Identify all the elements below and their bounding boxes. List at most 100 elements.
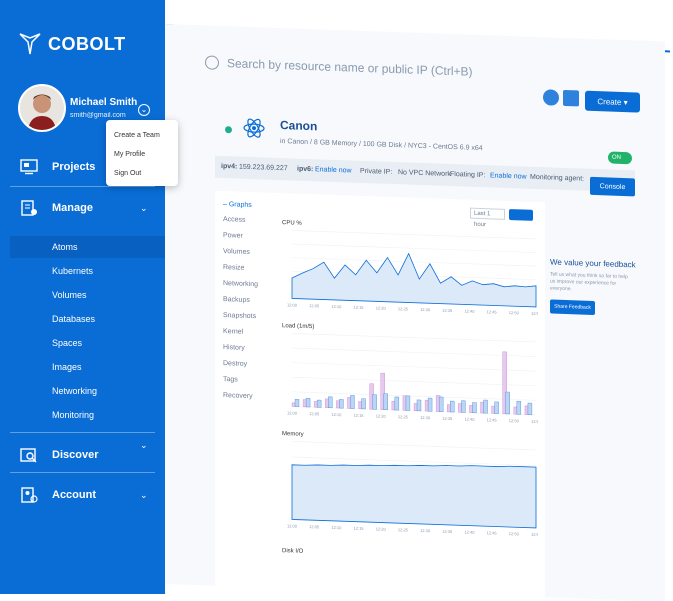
tab-tags[interactable]: Tags xyxy=(223,376,238,384)
tab-destroy[interactable]: Destroy xyxy=(223,360,247,368)
x-tick-label: 12:10 xyxy=(331,525,342,530)
bar-mark xyxy=(305,398,311,408)
atom-icon xyxy=(243,118,265,138)
divider xyxy=(10,472,155,473)
atom-meta: in Canon / 8 GB Memory / 100 GB Disk / N… xyxy=(280,138,483,153)
tab-volumes[interactable]: Volumes xyxy=(223,248,250,256)
refresh-button[interactable] xyxy=(509,209,533,221)
share-icon[interactable] xyxy=(563,89,579,107)
notification-icon[interactable] xyxy=(543,89,559,106)
nav-discover[interactable]: Discover ⌄ xyxy=(0,440,165,470)
bar-mark xyxy=(472,402,477,414)
user-menu-dropdown: Create a Team My Profile Sign Out xyxy=(106,120,178,186)
brand-logo[interactable]: COBOLT xyxy=(18,32,126,56)
menu-item-my-profile[interactable]: My Profile xyxy=(114,151,145,158)
atom-title: Canon xyxy=(280,118,318,134)
grid-line xyxy=(292,441,536,451)
avatar[interactable] xyxy=(18,84,66,132)
x-tick-label: 12:20 xyxy=(376,413,387,418)
x-tick-label: 12:35 xyxy=(442,308,453,313)
tab-networking[interactable]: Networking xyxy=(223,280,258,288)
x-tick-label: 12:00 xyxy=(287,302,298,307)
ipv4-value[interactable]: 159.223.69.227 xyxy=(239,164,288,173)
tab-access[interactable]: Access xyxy=(223,216,246,224)
ipv6-label: ipv6: xyxy=(297,165,314,174)
graphs-title[interactable]: – Graphs xyxy=(223,201,252,209)
bar-mark xyxy=(350,395,355,409)
grid-line xyxy=(292,347,536,357)
user-email: smith@gmail.com xyxy=(70,112,126,119)
power-toggle[interactable]: ON xyxy=(608,151,632,165)
floating-ip-enable-link[interactable]: Enable now xyxy=(490,172,527,180)
x-tick-label: 12:10 xyxy=(331,412,342,417)
nav-account-label: Account xyxy=(52,489,96,501)
cpu-chart: 12:00 12:05 12:10 12:15 12:20 12:25 12:30 12:35… xyxy=(287,230,538,316)
manage-icon xyxy=(21,200,37,216)
manage-submenu: Atoms Kubernets Volumes Databases Spaces… xyxy=(10,236,165,436)
menu-item-sign-out[interactable]: Sign Out xyxy=(114,170,141,177)
tab-kernel[interactable]: Kernel xyxy=(223,328,243,336)
nav-manage[interactable]: Manage ⌄ xyxy=(0,193,165,223)
time-range-select[interactable]: Last 1 hour xyxy=(470,207,505,228)
x-tick-label: 12:00 xyxy=(287,410,298,415)
x-tick-label: 12:15 xyxy=(354,305,365,310)
x-tick-label: 12:10 xyxy=(331,304,342,309)
bar-mark xyxy=(294,399,300,407)
grid-line xyxy=(292,243,536,253)
info-bar: ipv4: 159.223.69.227 ipv6: Enable now Pr… xyxy=(215,155,635,193)
bar-mark xyxy=(416,399,422,412)
account-icon xyxy=(21,487,38,503)
grid-line xyxy=(292,230,536,240)
tab-recovery[interactable]: Recovery xyxy=(223,392,253,400)
submenu-item-monitoring[interactable]: Monitoring xyxy=(10,404,165,426)
chart-title-memory: Memory xyxy=(282,431,304,438)
x-tick-label: 12:50 xyxy=(509,531,520,536)
submenu-item-kubernets[interactable]: Kubernets xyxy=(10,260,165,282)
x-tick-label: 12:40 xyxy=(464,308,475,313)
x-tick-label: 12:45 xyxy=(487,417,498,422)
status-dot xyxy=(225,126,232,134)
grid-line xyxy=(292,456,536,466)
load-chart: 12:00 12:05 12:10 12:15 12:20 12:25 12:30 12:35… xyxy=(287,333,538,424)
share-feedback-button[interactable]: Share Feedback xyxy=(550,299,595,316)
nav-account[interactable]: Account ⌄ xyxy=(0,480,165,510)
bar-mark xyxy=(505,391,510,415)
tab-power[interactable]: Power xyxy=(223,232,243,240)
bar-mark xyxy=(339,399,344,409)
series-area xyxy=(291,464,537,529)
x-tick-label: 12:25 xyxy=(398,527,409,532)
chevron-down-icon: ⌄ xyxy=(140,489,148,500)
create-button[interactable]: Create ▾ xyxy=(585,90,640,113)
submenu-item-atoms[interactable]: Atoms xyxy=(10,236,165,258)
x-tick-label: 12:30 xyxy=(420,307,431,312)
submenu-item-networking[interactable]: Networking xyxy=(10,380,165,402)
projects-icon xyxy=(20,159,38,175)
nav-projects-label: Projects xyxy=(52,161,96,173)
search-bar[interactable]: Search by resource name or public IP (Ct… xyxy=(205,55,473,79)
search-input[interactable]: Search by resource name or public IP (Ct… xyxy=(227,56,473,79)
menu-item-create-team[interactable]: Create a Team xyxy=(114,132,160,139)
chevron-down-icon[interactable]: ⌄ xyxy=(138,104,150,116)
bar-mark xyxy=(483,399,488,414)
x-tick-label: 12:50 xyxy=(509,418,520,423)
tab-snapshots[interactable]: Snapshots xyxy=(223,312,256,320)
x-tick-label: 12:05 xyxy=(309,524,320,529)
search-icon xyxy=(205,55,219,70)
bar-mark xyxy=(361,398,366,410)
submenu-item-databases[interactable]: Databases xyxy=(10,308,165,330)
sidebar: COBOLT Michael Smith smith@gmail.com ⌄ P… xyxy=(0,0,165,594)
nav-discover-label: Discover xyxy=(52,449,99,461)
console-button[interactable]: Console xyxy=(590,176,635,197)
submenu-item-images[interactable]: Images xyxy=(10,356,165,378)
tab-history[interactable]: History xyxy=(223,344,245,352)
bar-mark xyxy=(461,400,466,413)
x-tick-label: 12:55 xyxy=(531,419,538,424)
tab-resize[interactable]: Resize xyxy=(223,264,244,272)
ipv4-label: ipv4: xyxy=(221,162,238,171)
feedback-title: We value your feedback xyxy=(550,257,636,270)
tab-backups[interactable]: Backups xyxy=(223,296,250,304)
bar-mark xyxy=(450,400,455,413)
submenu-item-volumes[interactable]: Volumes xyxy=(10,284,165,306)
ipv6-enable-link[interactable]: Enable now xyxy=(315,166,352,174)
submenu-item-spaces[interactable]: Spaces xyxy=(10,332,165,354)
